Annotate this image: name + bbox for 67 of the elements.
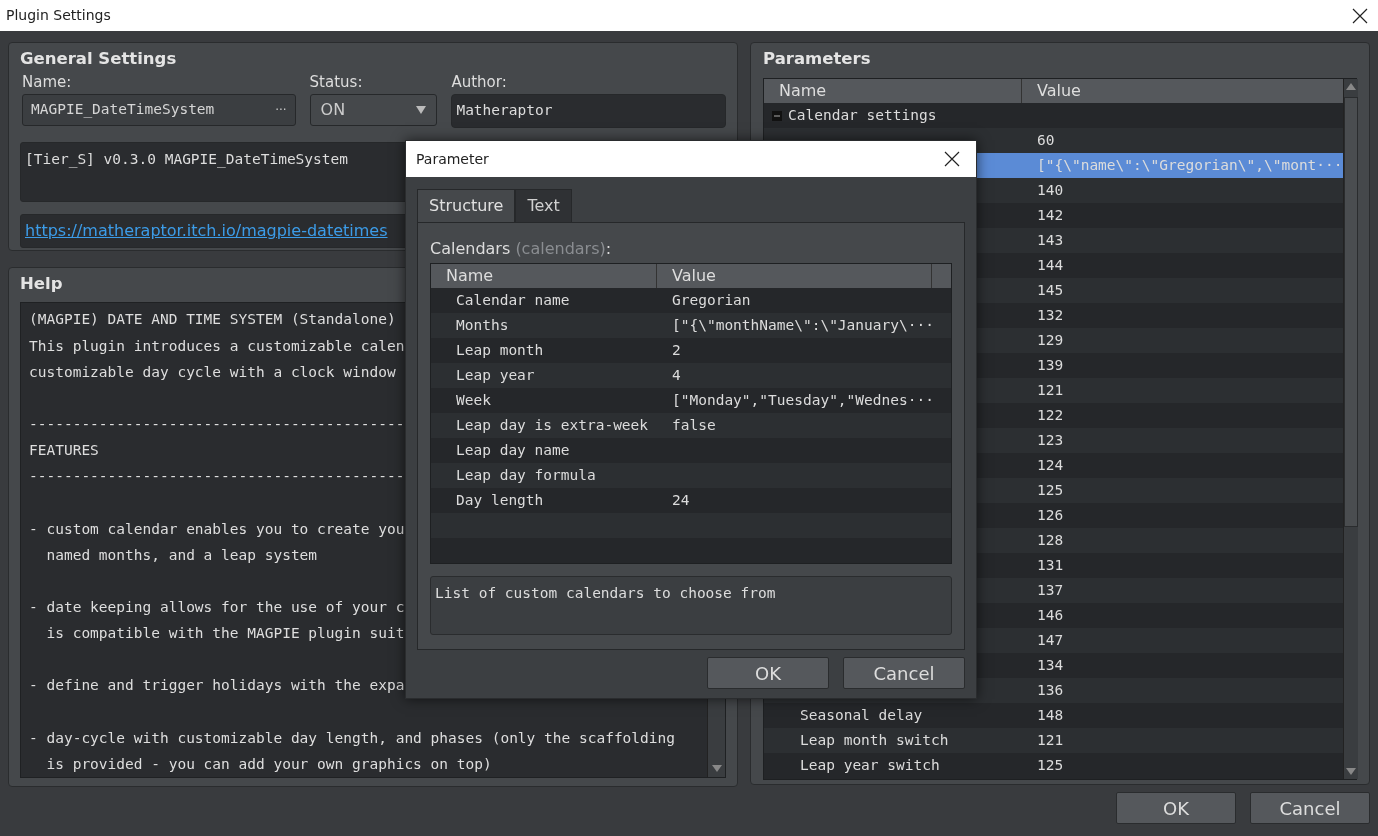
value-cell: 24 — [672, 491, 690, 508]
name-cell-text: Leap month switch — [800, 730, 949, 750]
help-line: - define and trigger holidays with the expa — [29, 676, 405, 696]
panel-title: Help — [20, 273, 63, 296]
name-cell: Months — [456, 316, 509, 333]
name-cell: Calendar name — [456, 291, 570, 308]
value-cell: 131 — [1037, 556, 1064, 573]
name-cell-text: Leap year switch — [800, 755, 940, 775]
help-line: (MAGPIE) DATE AND TIME SYSTEM (Standalone) — [29, 310, 396, 330]
help-line: customizable day cycle with a clock window — [29, 362, 396, 382]
field-label: Status: — [309, 72, 364, 92]
value-cell: 132 — [1037, 306, 1064, 323]
name-cell-text: Seasonal delay — [800, 705, 923, 725]
value-cell: 126 — [1037, 506, 1064, 523]
value-cell: 134 — [1037, 656, 1064, 673]
value-cell: 128 — [1037, 531, 1064, 548]
value-cell: 60 — [1037, 131, 1055, 148]
help-line: - date keeping allows for the use of your c — [29, 598, 405, 617]
name-cell: Week — [456, 391, 491, 408]
name-cell: Leap month — [456, 341, 544, 358]
help-line: is compatible with the MAGPIE plugin suit — [45, 624, 405, 644]
help-line: FEATURES — [29, 441, 99, 461]
value-cell: 125 — [1037, 756, 1064, 773]
window-title: Parameter — [416, 149, 489, 169]
value-cell: 136 — [1037, 681, 1064, 698]
value-cell: 2 — [672, 341, 681, 358]
value-cell: 139 — [1037, 356, 1064, 373]
value-cell: 137 — [1037, 581, 1064, 598]
value-cell: ["{\"name\":\"Gregorian\",\"mont··· — [1037, 156, 1343, 173]
panel-title: General Settings — [20, 48, 178, 70]
description-text: List of custom calendars to choose from — [430, 576, 952, 635]
value-cell: 129 — [1037, 331, 1064, 348]
help-line: named months, and a leap system — [45, 545, 318, 565]
value-cell: 4 — [672, 366, 681, 383]
help-line: ------------------------------------------- — [29, 467, 405, 487]
help-line: This plugin introduces a customizable calen — [29, 336, 405, 356]
value-cell: 143 — [1037, 231, 1064, 248]
help-line: is provided - you can add your own graphics on top) — [45, 754, 492, 774]
name-cell: Leap day name — [456, 441, 570, 458]
value-cell: 145 — [1037, 281, 1064, 298]
value-cell: 122 — [1037, 406, 1064, 423]
value-cell: 144 — [1037, 256, 1064, 273]
name-cell: Day length — [456, 491, 544, 508]
name-cell: Leap year — [456, 366, 535, 383]
value-cell: false — [672, 416, 716, 433]
value-cell: 123 — [1037, 431, 1064, 448]
help-line: - custom calendar enables you to create you — [29, 519, 405, 539]
value-cell: 140 — [1037, 181, 1064, 198]
value-cell: 121 — [1037, 731, 1064, 748]
value-cell: 125 — [1037, 481, 1064, 498]
value-cell: 142 — [1037, 206, 1064, 223]
value-cell: 121 — [1037, 381, 1064, 398]
value-cell: 124 — [1037, 456, 1064, 473]
value-cell: 146 — [1037, 606, 1064, 623]
field-label: Author: — [451, 72, 508, 92]
help-line: - day-cycle with customizable day length, and phases (only the scaffolding — [29, 728, 675, 748]
value-cell: Gregorian — [672, 291, 751, 308]
name-cell: Leap day formula — [456, 466, 596, 483]
help-line: ------------------------------------------- — [29, 414, 405, 434]
name-cell-text: Calendar settings — [788, 105, 937, 125]
panel-title: Parameters — [763, 48, 872, 70]
field-label: Calendars (calendars): — [430, 238, 613, 260]
value-cell: 148 — [1037, 706, 1064, 723]
field-label: Name: — [22, 72, 73, 92]
name-cell: Leap day is extra-week — [456, 416, 649, 433]
value-cell: 147 — [1037, 631, 1064, 648]
window-title: Plugin Settings — [6, 6, 111, 25]
